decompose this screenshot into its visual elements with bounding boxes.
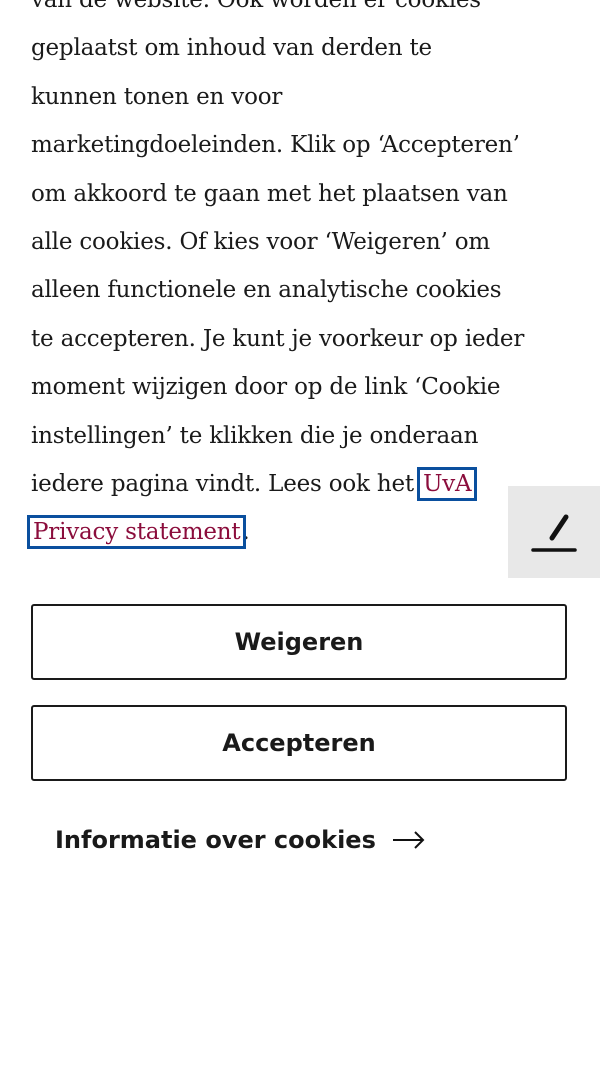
cookie-description: van de website. Ook worden er cookies ge…: [26, 0, 576, 557]
cookie-info-label: Informatie over cookies: [55, 826, 376, 854]
description-line: instellingen’ te klikken die je onderaan: [31, 422, 479, 449]
edit-button[interactable]: [508, 486, 600, 578]
description-line: iedere pagina vindt. Lees ook het UvA: [31, 460, 576, 508]
arrow-right-icon: [392, 830, 426, 850]
description-line: kunnen tonen en voor: [31, 83, 283, 110]
description-line: alleen functionele en analytische cookie…: [31, 277, 502, 304]
cookie-info-link[interactable]: Informatie over cookies: [55, 826, 426, 854]
cookie-banner: van de website. Ook worden er cookies ge…: [0, 0, 600, 1065]
privacy-statement-link[interactable]: UvA: [417, 467, 478, 502]
description-line: marketingdoeleinden. Klik op ‘Accepteren…: [31, 132, 520, 159]
description-line: geplaatst om inhoud van derden te: [31, 35, 432, 62]
description-line: Privacy statement.: [26, 508, 576, 556]
description-line: om akkoord te gaan met het plaatsen van: [31, 180, 508, 207]
description-line: alle cookies. Of kies voor ‘Weigeren’ om: [31, 229, 491, 256]
description-text: iedere pagina vindt. Lees ook het: [31, 471, 422, 498]
description-text: .: [242, 519, 250, 546]
description-line: te accepteren. Je kunt je voorkeur op ie…: [31, 325, 525, 352]
pencil-icon: [531, 514, 577, 552]
refuse-button[interactable]: Weigeren: [31, 604, 567, 680]
description-line: van de website. Ook worden er cookies: [31, 0, 481, 13]
description-line: moment wijzigen door op de link ‘Cookie: [31, 374, 501, 401]
accept-button[interactable]: Accepteren: [31, 705, 567, 781]
privacy-statement-link[interactable]: Privacy statement: [26, 515, 247, 550]
